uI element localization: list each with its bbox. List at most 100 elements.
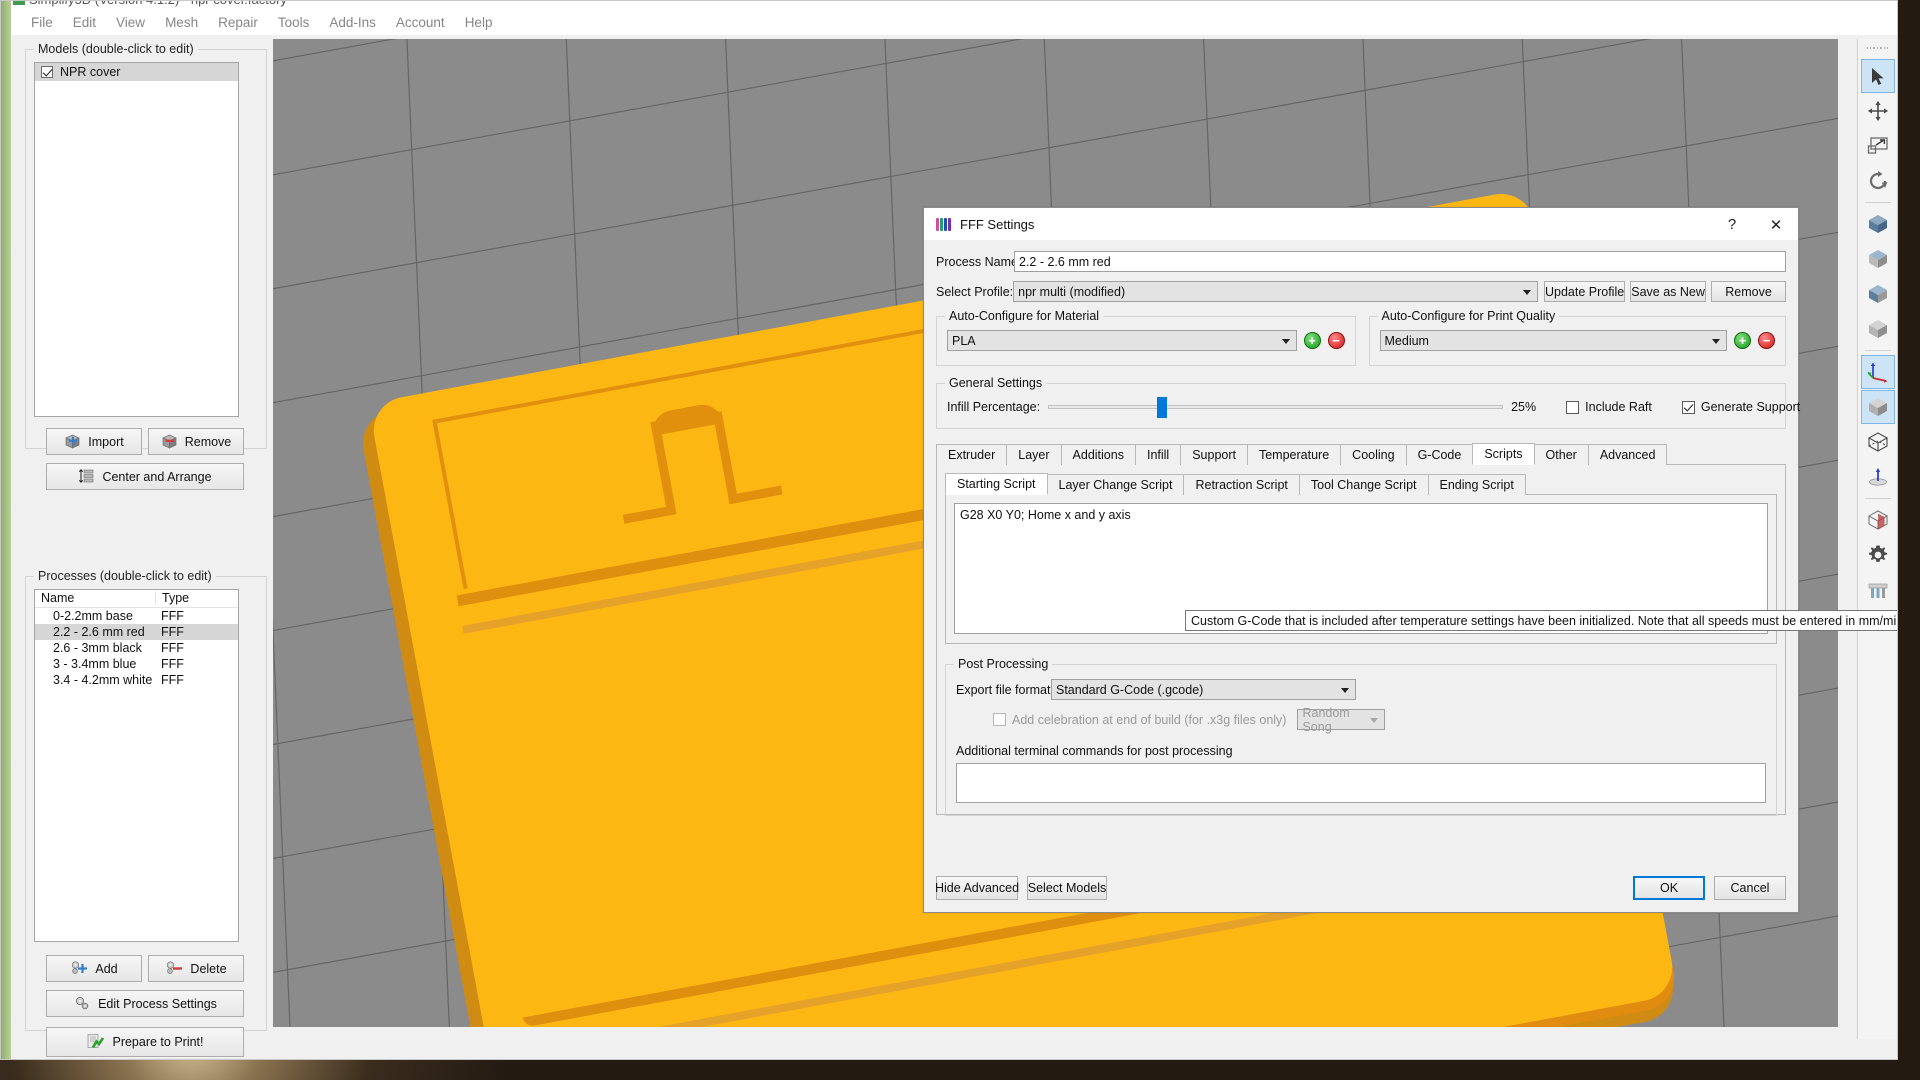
generate-support-box <box>1681 400 1695 414</box>
move-tool-button[interactable] <box>1861 94 1895 128</box>
quality-fieldset: Auto-Configure for Print Quality Medium … <box>1368 309 1786 366</box>
rotate-tool-button[interactable] <box>1861 164 1895 198</box>
models-group: Models (double-click to edit) NPR cover <box>25 42 267 490</box>
include-raft-checkbox[interactable]: Include Raft <box>1566 400 1652 414</box>
update-profile-button[interactable]: Update Profile <box>1544 281 1626 302</box>
generate-support-checkbox[interactable]: Generate Support <box>1681 400 1800 414</box>
menu-item-tools[interactable]: Tools <box>268 13 320 32</box>
prepare-to-print-button[interactable]: Prepare to Print! <box>46 1027 244 1057</box>
song-value: Random Song <box>1302 705 1350 734</box>
remove-model-icon <box>161 434 177 449</box>
subtab-ending-script[interactable]: Ending Script <box>1427 474 1526 495</box>
machine-view-button[interactable] <box>1861 573 1895 607</box>
remove-profile-button[interactable]: Remove <box>1711 281 1786 302</box>
settings-gear-button[interactable] <box>1861 538 1895 572</box>
model-checkbox[interactable] <box>41 66 53 78</box>
view-back-button[interactable] <box>1861 242 1895 276</box>
chevron-down-icon <box>1523 289 1532 295</box>
table-row[interactable]: 2.6 - 3mm black FFF <box>35 640 238 656</box>
tab-advanced[interactable]: Advanced <box>1587 444 1668 465</box>
table-row[interactable]: 3 - 3.4mm blue FFF <box>35 656 238 672</box>
view-right-button[interactable] <box>1861 312 1895 346</box>
tab-temperature[interactable]: Temperature <box>1246 444 1342 465</box>
models-list[interactable]: NPR cover <box>34 62 239 417</box>
terminal-commands-input[interactable] <box>956 763 1766 803</box>
remove-model-button[interactable]: Remove <box>148 428 244 455</box>
dialog-title: FFF Settings <box>960 216 1035 232</box>
select-profile-combo[interactable]: npr multi (modified) <box>1013 281 1539 302</box>
view-left-button[interactable] <box>1861 277 1895 311</box>
menu-item-add-ins[interactable]: Add-Ins <box>319 13 386 32</box>
dialog-help-button[interactable]: ? <box>1710 208 1754 241</box>
table-row[interactable]: 3.4 - 4.2mm white FFF <box>35 672 238 688</box>
select-profile-row: Select Profile: npr multi (modified) Upd… <box>936 281 1786 302</box>
infill-slider[interactable] <box>1048 397 1504 418</box>
cube-solid-icon <box>1868 398 1887 416</box>
subtab-tool-change-script[interactable]: Tool Change Script <box>1298 474 1429 495</box>
menu-item-edit[interactable]: Edit <box>63 13 106 32</box>
process-name-label: Process Name: <box>936 254 1022 269</box>
import-button[interactable]: Import <box>46 428 142 455</box>
post-processing-fieldset: Post Processing Export file format Stand… <box>945 657 1777 816</box>
tab-scripts[interactable]: Scripts <box>1472 443 1535 465</box>
menu-item-file[interactable]: File <box>21 13 63 32</box>
edit-process-settings-button[interactable]: Edit Process Settings <box>46 990 244 1017</box>
add-process-button[interactable]: Add <box>46 955 142 982</box>
view-solid-button[interactable] <box>1860 390 1895 424</box>
subtab-starting-script[interactable]: Starting Script <box>945 473 1048 495</box>
celebration-checkbox[interactable] <box>993 713 1006 726</box>
app-icon <box>13 1 25 5</box>
add-quality-button[interactable]: + <box>1734 332 1751 349</box>
export-format-combo[interactable]: Standard G-Code (.gcode) <box>1051 679 1356 700</box>
starting-script-text: G28 X0 Y0; Home x and y axis <box>960 508 1131 522</box>
fff-settings-icon <box>936 217 951 232</box>
infill-slider-thumb[interactable] <box>1156 397 1167 418</box>
cross-section-button[interactable] <box>1861 503 1895 537</box>
tab-support[interactable]: Support <box>1180 444 1248 465</box>
tab-extruder[interactable]: Extruder <box>936 444 1008 465</box>
select-profile-value: npr multi (modified) <box>1018 284 1126 299</box>
quality-combo[interactable]: Medium <box>1379 330 1727 351</box>
tab-layer[interactable]: Layer <box>1006 444 1062 465</box>
view-normals-button[interactable] <box>1861 460 1895 494</box>
material-combo[interactable]: PLA <box>947 330 1297 351</box>
menu-item-view[interactable]: View <box>106 13 155 32</box>
remove-quality-button[interactable]: − <box>1758 332 1775 349</box>
view-axes-button[interactable] <box>1860 355 1895 389</box>
view-front-button[interactable] <box>1861 207 1895 241</box>
toolbar-grip[interactable] <box>1866 47 1889 53</box>
select-tool-button[interactable] <box>1860 59 1895 93</box>
scale-tool-button[interactable] <box>1861 129 1895 163</box>
tab-gcode[interactable]: G-Code <box>1405 444 1474 465</box>
hide-advanced-button[interactable]: Hide Advanced <box>935 876 1019 900</box>
view-wireframe-button[interactable] <box>1861 425 1895 459</box>
ok-button[interactable]: OK <box>1633 876 1705 900</box>
material-value: PLA <box>952 333 976 348</box>
dialog-close-button[interactable]: ✕ <box>1754 208 1798 241</box>
window-title-bar: Simplify3D (Version 4.1.2) - npr cover.f… <box>11 1 1897 9</box>
select-models-button[interactable]: Select Models <box>1027 876 1107 900</box>
add-material-button[interactable]: + <box>1303 332 1321 349</box>
save-as-new-button[interactable]: Save as New <box>1630 281 1707 302</box>
tab-cooling[interactable]: Cooling <box>1340 444 1407 465</box>
menu-item-help[interactable]: Help <box>455 13 503 32</box>
tab-other[interactable]: Other <box>1533 444 1589 465</box>
model-list-item[interactable]: NPR cover <box>35 63 238 81</box>
center-and-arrange-button[interactable]: Center and Arrange <box>46 463 244 490</box>
processes-list[interactable]: Name Type 0-2.2mm base FFF 2.2 - 2.6 mm … <box>34 589 239 942</box>
delete-process-button[interactable]: Delete <box>148 955 244 982</box>
menu-item-account[interactable]: Account <box>386 13 455 32</box>
table-row[interactable]: 2.2 - 2.6 mm red FFF <box>35 624 238 640</box>
song-combo[interactable]: Random Song <box>1297 706 1386 734</box>
table-row[interactable]: 0-2.2mm base FFF <box>35 608 238 624</box>
subtab-layer-change-script[interactable]: Layer Change Script <box>1046 474 1185 495</box>
quality-value: Medium <box>1384 333 1429 348</box>
subtab-retraction-script[interactable]: Retraction Script <box>1183 474 1300 495</box>
process-name-input[interactable]: 2.2 - 2.6 mm red <box>1014 251 1786 272</box>
menu-item-repair[interactable]: Repair <box>208 13 268 32</box>
cancel-button[interactable]: Cancel <box>1714 876 1786 900</box>
tab-additions[interactable]: Additions <box>1060 444 1136 465</box>
menu-item-mesh[interactable]: Mesh <box>155 13 208 32</box>
remove-material-button[interactable]: − <box>1327 332 1345 349</box>
tab-infill[interactable]: Infill <box>1134 444 1182 465</box>
